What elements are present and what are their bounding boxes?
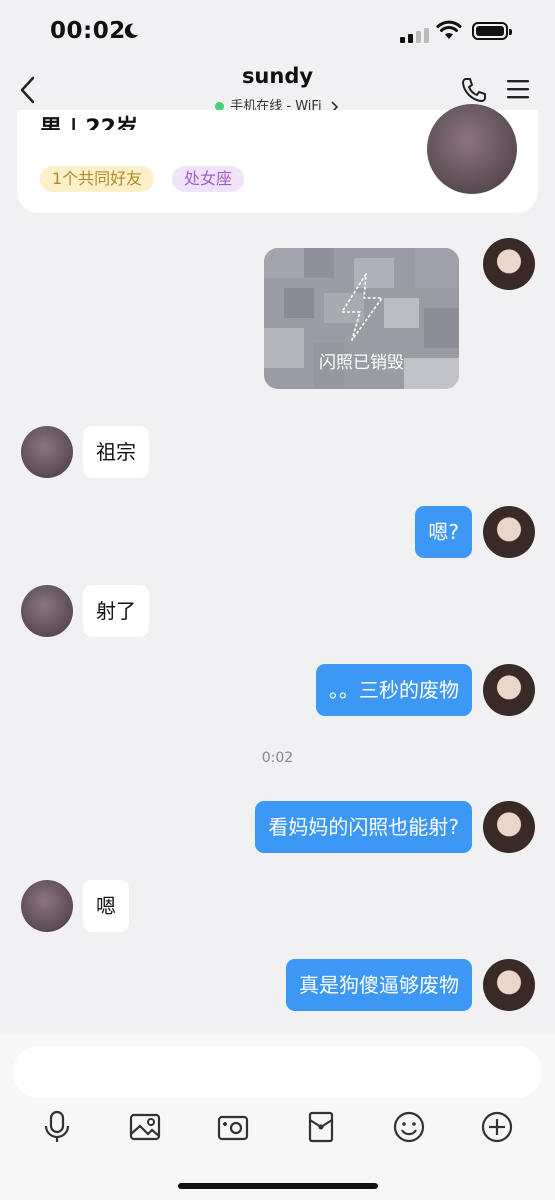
message-timestamp: 0:02 <box>261 750 294 766</box>
my-avatar[interactable] <box>483 238 535 290</box>
battery-icon <box>472 22 512 40</box>
outgoing-message[interactable]: 嗯? <box>415 506 472 558</box>
my-avatar[interactable] <box>483 801 535 853</box>
my-avatar[interactable] <box>483 664 535 716</box>
mutual-friends-tag: 1个共同好友 <box>40 166 155 192</box>
red-packet-icon[interactable] <box>304 1110 338 1144</box>
incoming-message[interactable]: 嗯 <box>83 880 129 932</box>
incoming-message[interactable]: 射了 <box>83 585 149 637</box>
outgoing-message[interactable]: 。。三秒的废物 <box>316 664 472 716</box>
phone-icon[interactable] <box>460 76 488 104</box>
image-icon[interactable] <box>128 1110 162 1144</box>
contact-avatar[interactable] <box>21 585 73 637</box>
outgoing-message[interactable]: 看妈妈的闪照也能射? <box>255 801 472 853</box>
cellular-signal-icon <box>400 24 432 43</box>
flash-photo-label: 闪照已销毁 <box>319 353 404 373</box>
camera-icon[interactable] <box>216 1110 250 1144</box>
microphone-icon[interactable] <box>40 1110 74 1144</box>
wifi-icon <box>436 20 462 39</box>
moon-icon <box>124 23 139 39</box>
zodiac-tag: 处女座 <box>172 166 245 192</box>
my-avatar[interactable] <box>483 506 535 558</box>
contact-avatar[interactable] <box>21 426 73 478</box>
profile-gender-age: 男 | 22岁 <box>40 116 138 130</box>
home-indicator[interactable] <box>178 1183 378 1189</box>
message-input[interactable] <box>13 1046 542 1098</box>
plus-icon[interactable] <box>480 1110 514 1144</box>
emoji-icon[interactable] <box>392 1110 426 1144</box>
status-time: 00:02 <box>50 18 126 44</box>
incoming-message[interactable]: 祖宗 <box>83 426 149 478</box>
flash-photo-bubble[interactable]: 闪照已销毁 <box>264 248 459 389</box>
contact-avatar[interactable] <box>21 880 73 932</box>
lightning-icon <box>341 273 383 341</box>
outgoing-message[interactable]: 真是狗傻逼够废物 <box>286 959 472 1011</box>
profile-avatar[interactable] <box>427 104 517 194</box>
my-avatar[interactable] <box>483 959 535 1011</box>
menu-icon[interactable] <box>506 78 530 100</box>
